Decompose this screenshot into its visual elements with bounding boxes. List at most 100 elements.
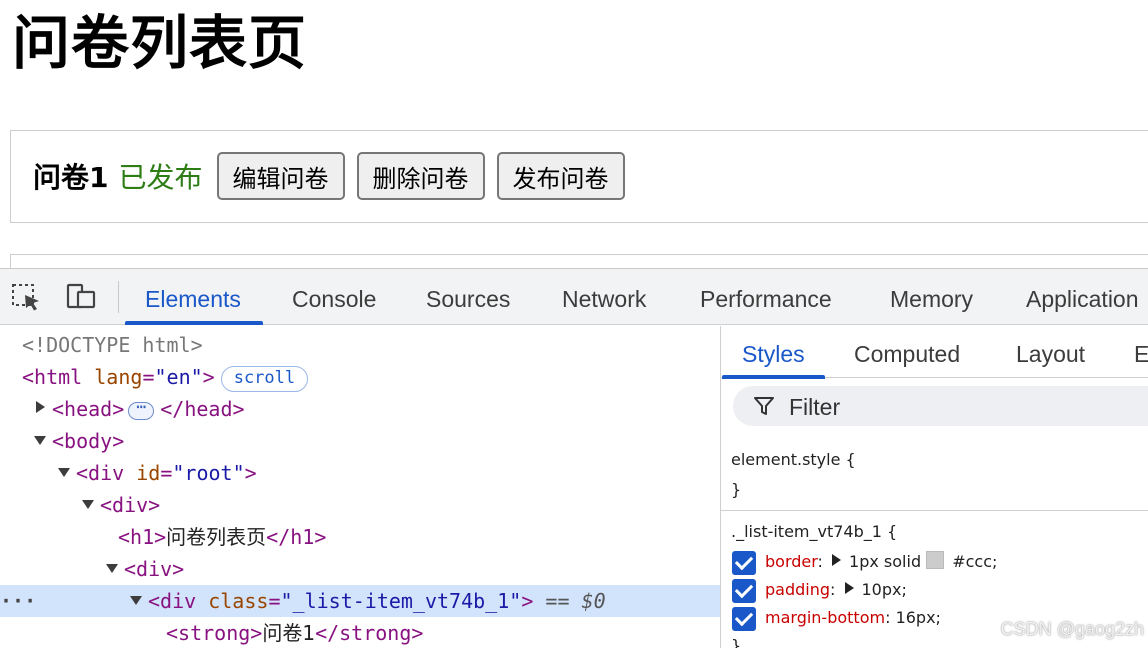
css-value: 10px;	[861, 580, 907, 599]
tab-elements[interactable]: Elements	[125, 269, 263, 325]
attr-value: "root"	[172, 461, 245, 485]
css-property: border	[765, 552, 818, 571]
declaration-padding[interactable]: padding: 10px;	[765, 576, 907, 604]
css-property: padding	[765, 580, 831, 599]
border-enabled-checkbox[interactable]	[732, 551, 756, 575]
console-ref: $0	[581, 589, 606, 613]
tab-sources[interactable]: Sources	[426, 269, 510, 325]
tag-text: <body>	[52, 429, 125, 453]
dom-node-div-root[interactable]: <div id="root">	[0, 457, 720, 489]
tag-text: </strong>	[315, 621, 424, 645]
rule-close-brace: }	[731, 636, 742, 648]
tag-text: </head>	[160, 397, 245, 421]
dom-tree: <!DOCTYPE html> <html lang="en"> scroll <…	[0, 326, 720, 648]
tag-text: <strong>	[166, 621, 263, 645]
html-tag-text: <html lang="en"> scroll	[22, 361, 309, 393]
tag-text: <div	[76, 461, 125, 485]
margin-bottom-enabled-checkbox[interactable]	[732, 607, 756, 631]
tab-layout[interactable]: Layout	[1016, 326, 1085, 378]
dom-node-doctype[interactable]: <!DOCTYPE html>	[0, 329, 720, 361]
publish-status: 已发布	[118, 161, 203, 194]
toolbar-separator	[118, 281, 119, 313]
tag-text: >	[244, 461, 257, 485]
element-style-selector[interactable]: element.style {	[731, 446, 856, 474]
div-item-tag-text: <div class="_list-item_vt74b_1"> == $0	[148, 589, 606, 613]
tag-text: <h1>	[118, 525, 167, 549]
filter-icon	[754, 397, 774, 415]
expand-triangle-icon[interactable]	[36, 401, 45, 413]
css-value-color: #ccc;	[952, 552, 998, 571]
tab-event-listeners[interactable]: E	[1134, 326, 1148, 378]
node-text: 问卷列表页	[166, 525, 267, 549]
collapse-triangle-icon[interactable]	[58, 468, 70, 477]
attr-value: "en"	[154, 365, 203, 389]
edit-questionnaire-button[interactable]: 编辑问卷	[216, 152, 345, 200]
tag-text: <div>	[124, 557, 185, 581]
device-toggle-icon[interactable]	[64, 281, 98, 313]
page-title: 问卷列表页	[12, 9, 308, 77]
delete-questionnaire-button[interactable]: 删除问卷	[356, 152, 485, 200]
dom-node-html[interactable]: <html lang="en"> scroll	[0, 361, 720, 393]
head-tag-text: <head> ⋯ </head>	[52, 393, 245, 425]
tab-performance[interactable]: Performance	[700, 269, 832, 325]
equals-text: ==	[545, 589, 570, 613]
tab-network[interactable]: Network	[562, 269, 646, 325]
tab-console[interactable]: Console	[292, 269, 376, 325]
css-value: 16px;	[895, 608, 941, 627]
styles-filter-input[interactable]: Filter	[733, 386, 1148, 426]
dom-node-div-list-item-selected[interactable]: ··· <div class="_list-item_vt74b_1"> == …	[0, 585, 720, 617]
tab-computed[interactable]: Computed	[854, 326, 960, 378]
declaration-margin-bottom[interactable]: margin-bottom: 16px;	[765, 604, 941, 632]
collapse-triangle-icon[interactable]	[82, 500, 94, 509]
rule-close-brace: }	[731, 480, 742, 499]
h1-tag-text: <h1>问卷列表页</h1>	[118, 521, 326, 553]
tag-text: <head>	[52, 397, 125, 421]
tag-text: >	[521, 589, 534, 613]
devtools-toolbar: Elements Console Sources Network Perform…	[0, 269, 1148, 325]
dom-node-head[interactable]: <head> ⋯ </head>	[0, 393, 720, 425]
expand-shorthand-icon[interactable]	[844, 582, 854, 594]
strong-tag-text: <strong>问卷1</strong>	[166, 617, 423, 648]
tab-application[interactable]: Application	[1026, 269, 1139, 325]
inspect-element-icon[interactable]	[10, 281, 44, 313]
tag-text: </h1>	[266, 525, 327, 549]
collapse-triangle-icon[interactable]	[106, 564, 118, 573]
padding-enabled-checkbox[interactable]	[732, 579, 756, 603]
dom-node-h1[interactable]: <h1>问卷列表页</h1>	[0, 521, 720, 553]
css-property: margin-bottom	[765, 608, 886, 627]
questionnaire-name: 问卷1	[33, 161, 109, 194]
tab-memory[interactable]: Memory	[890, 269, 973, 325]
collapse-triangle-icon[interactable]	[130, 596, 142, 605]
dom-node-div-inner[interactable]: <div>	[0, 553, 720, 585]
declaration-border[interactable]: border: 1px solid #ccc;	[765, 548, 997, 576]
dom-node-body[interactable]: <body>	[0, 425, 720, 457]
dom-node-div[interactable]: <div>	[0, 489, 720, 521]
tag-text: <div	[148, 589, 197, 613]
doctype-text: <!DOCTYPE html>	[22, 333, 203, 357]
div-root-tag-text: <div id="root">	[76, 461, 257, 485]
watermark-text: CSDN @gaog2zh	[1000, 619, 1144, 639]
attr-value: "_list-item_vt74b_1"	[280, 589, 522, 613]
questionnaire-list-item: 问卷1 已发布 编辑问卷 删除问卷 发布问卷	[10, 130, 1148, 223]
tag-text: <html	[22, 365, 83, 389]
node-text: 问卷1	[262, 621, 316, 645]
publish-questionnaire-button[interactable]: 发布问卷	[496, 152, 625, 200]
tag-text: <div>	[100, 493, 161, 517]
list-item-row: 问卷1 已发布 编辑问卷 删除问卷 发布问卷	[33, 151, 627, 201]
scroll-badge[interactable]: scroll	[220, 365, 309, 392]
devtools-panel: Elements Console Sources Network Perform…	[0, 268, 1148, 648]
attr-name: class	[208, 589, 269, 613]
css-value: 1px solid	[849, 552, 922, 571]
tab-styles[interactable]: Styles	[722, 326, 825, 379]
collapse-triangle-icon[interactable]	[34, 436, 46, 445]
collapsed-children-badge[interactable]: ⋯	[128, 398, 155, 420]
expand-shorthand-icon[interactable]	[832, 554, 842, 566]
styles-pane: Styles Computed Layout E Filter element.…	[721, 326, 1148, 648]
rule-separator	[721, 510, 1148, 511]
rule-selector[interactable]: ._list-item_vt74b_1 {	[731, 518, 897, 546]
filter-placeholder: Filter	[789, 394, 841, 420]
more-options-icon[interactable]: ···	[0, 585, 36, 617]
color-swatch-icon[interactable]	[926, 551, 945, 569]
dom-node-strong[interactable]: <strong>问卷1</strong>	[0, 617, 720, 648]
attr-name: id	[136, 461, 161, 485]
